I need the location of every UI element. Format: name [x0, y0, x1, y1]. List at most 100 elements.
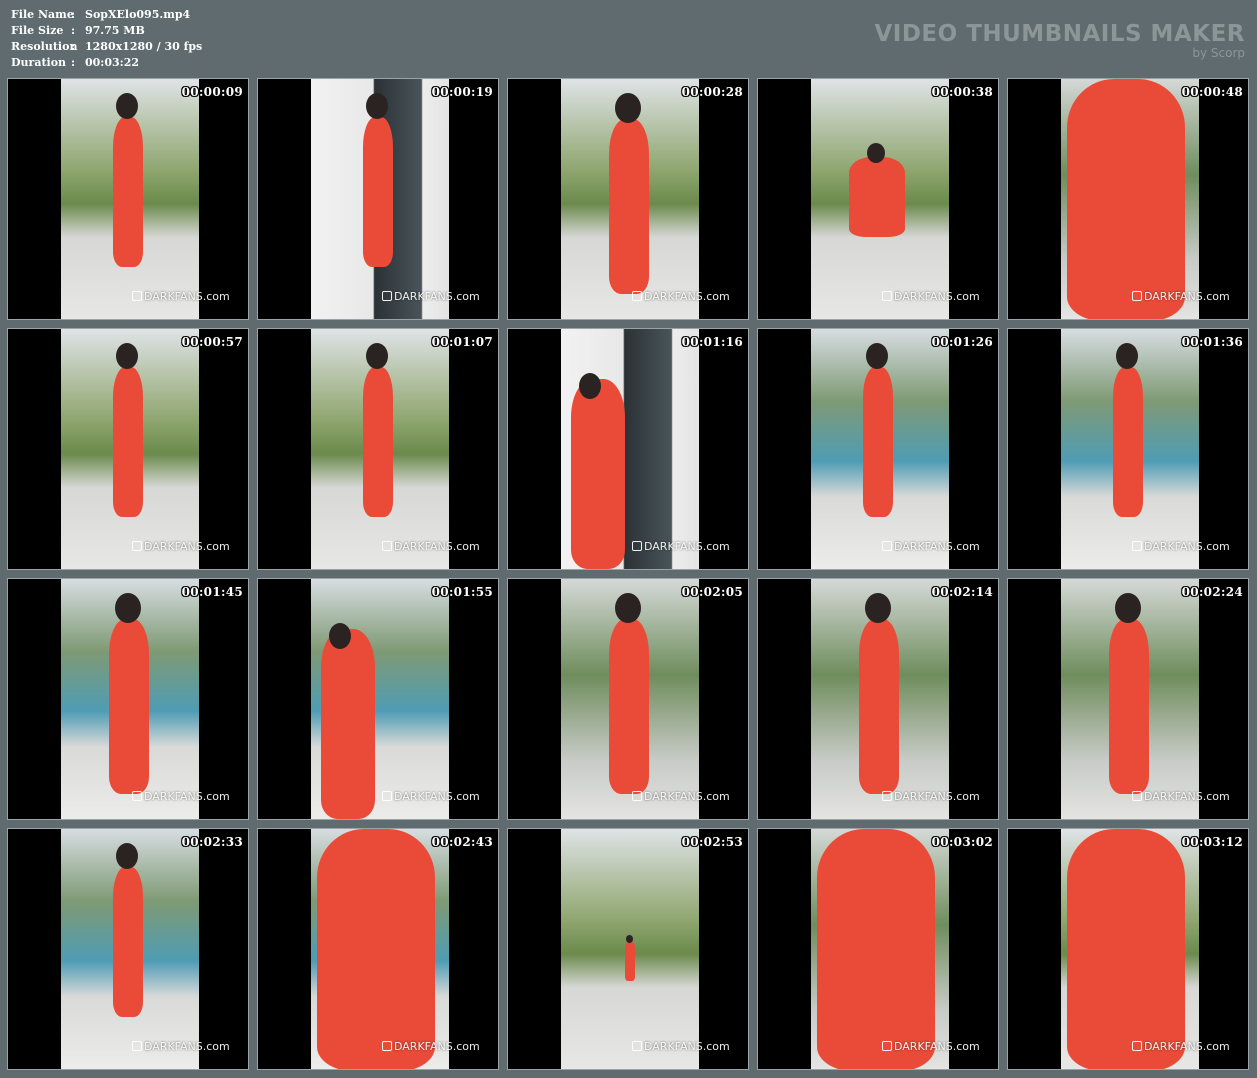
watermark: DARKFANS.com	[882, 540, 980, 553]
watermark-text: DARKFANS.com	[144, 540, 230, 553]
video-thumbnail[interactable]: 00:01:45 DARKFANS.com	[7, 578, 249, 820]
figure-silhouette	[113, 367, 143, 517]
watermark-text: DARKFANS.com	[1144, 790, 1230, 803]
video-thumbnail[interactable]: 00:00:28 DARKFANS.com	[507, 78, 749, 320]
watermark: DARKFANS.com	[1132, 540, 1230, 553]
watermark-text: DARKFANS.com	[394, 540, 480, 553]
watermark-logo-icon	[882, 791, 892, 801]
figure-head	[579, 373, 601, 399]
info-row: Duration:00:03:22	[11, 55, 202, 71]
watermark-logo-icon	[382, 541, 392, 551]
timestamp-label: 00:01:45	[181, 585, 243, 599]
video-thumbnail[interactable]: 00:01:07 DARKFANS.com	[257, 328, 499, 570]
figure-silhouette	[317, 829, 435, 1069]
video-thumbnail[interactable]: 00:01:26 DARKFANS.com	[757, 328, 999, 570]
timestamp-label: 00:01:26	[931, 335, 993, 349]
watermark-text: DARKFANS.com	[1144, 290, 1230, 303]
info-separator: :	[71, 8, 76, 21]
figure-head	[615, 593, 641, 623]
figure-silhouette	[817, 829, 935, 1069]
watermark-text: DARKFANS.com	[894, 790, 980, 803]
video-thumbnail[interactable]: 00:01:55 DARKFANS.com	[257, 578, 499, 820]
watermark: DARKFANS.com	[132, 1040, 230, 1053]
timestamp-label: 00:03:02	[931, 835, 993, 849]
video-thumbnail[interactable]: 00:02:43 DARKFANS.com	[257, 828, 499, 1070]
timestamp-label: 00:02:05	[681, 585, 743, 599]
figure-silhouette	[849, 157, 905, 237]
brand-title: VIDEO THUMBNAILS MAKER	[874, 21, 1245, 47]
watermark: DARKFANS.com	[632, 790, 730, 803]
timestamp-label: 00:02:24	[1181, 585, 1243, 599]
timestamp-label: 00:02:53	[681, 835, 743, 849]
thumbnail-frame	[811, 829, 949, 1069]
watermark-logo-icon	[132, 791, 142, 801]
figure-head	[116, 843, 138, 869]
thumbnail-frame	[1061, 829, 1199, 1069]
figure-head	[115, 593, 141, 623]
watermark-text: DARKFANS.com	[644, 540, 730, 553]
watermark: DARKFANS.com	[1132, 790, 1230, 803]
video-thumbnail[interactable]: 00:00:57 DARKFANS.com	[7, 328, 249, 570]
thumbnail-frame	[1061, 79, 1199, 319]
figure-head	[867, 143, 885, 163]
watermark-logo-icon	[382, 1041, 392, 1051]
video-thumbnail[interactable]: 00:00:09 DARKFANS.com	[7, 78, 249, 320]
timestamp-label: 00:03:12	[1181, 835, 1243, 849]
info-separator: :	[71, 40, 76, 53]
figure-silhouette	[609, 119, 649, 294]
thumbnail-frame	[561, 329, 699, 569]
video-thumbnail[interactable]: 00:01:36 DARKFANS.com	[1007, 328, 1249, 570]
watermark: DARKFANS.com	[1132, 1040, 1230, 1053]
watermark-logo-icon	[1132, 1041, 1142, 1051]
info-key: Duration	[11, 56, 67, 69]
video-thumbnail[interactable]: 00:02:33 DARKFANS.com	[7, 828, 249, 1070]
timestamp-label: 00:00:48	[1181, 85, 1243, 99]
watermark-logo-icon	[632, 291, 642, 301]
watermark-logo-icon	[1132, 791, 1142, 801]
timestamp-label: 00:01:07	[431, 335, 493, 349]
watermark: DARKFANS.com	[882, 1040, 980, 1053]
info-separator: :	[71, 24, 76, 37]
watermark-text: DARKFANS.com	[1144, 540, 1230, 553]
figure-silhouette	[863, 367, 893, 517]
watermark: DARKFANS.com	[382, 290, 480, 303]
thumbnail-frame	[61, 329, 199, 569]
info-row: Resolution:1280x1280 / 30 fps	[11, 39, 202, 55]
figure-silhouette	[113, 117, 143, 267]
figure-silhouette	[571, 379, 625, 569]
watermark-logo-icon	[882, 541, 892, 551]
watermark-logo-icon	[632, 791, 642, 801]
video-thumbnail[interactable]: 00:03:02 DARKFANS.com	[757, 828, 999, 1070]
watermark-logo-icon	[1132, 541, 1142, 551]
brand-subtitle: by Scorp	[1192, 46, 1245, 60]
watermark: DARKFANS.com	[632, 1040, 730, 1053]
video-thumbnail[interactable]: 00:00:48 DARKFANS.com	[1007, 78, 1249, 320]
video-thumbnail[interactable]: 00:02:53 DARKFANS.com	[507, 828, 749, 1070]
info-value: SopXElo095.mp4	[85, 8, 191, 21]
figure-head	[329, 623, 351, 649]
video-thumbnail[interactable]: 00:03:12 DARKFANS.com	[1007, 828, 1249, 1070]
figure-head	[366, 343, 388, 369]
video-thumbnail[interactable]: 00:02:24 DARKFANS.com	[1007, 578, 1249, 820]
watermark-text: DARKFANS.com	[394, 790, 480, 803]
figure-silhouette	[859, 619, 899, 794]
timestamp-label: 00:02:33	[181, 835, 243, 849]
watermark: DARKFANS.com	[882, 790, 980, 803]
watermark: DARKFANS.com	[132, 790, 230, 803]
thumbnail-frame	[1061, 579, 1199, 819]
info-row: File Size:97.75 MB	[11, 23, 202, 39]
video-thumbnail[interactable]: 00:02:14 DARKFANS.com	[757, 578, 999, 820]
figure-head	[866, 343, 888, 369]
figure-head	[116, 343, 138, 369]
video-thumbnail[interactable]: 00:00:38 DARKFANS.com	[757, 78, 999, 320]
watermark-logo-icon	[382, 791, 392, 801]
video-thumbnail[interactable]: 00:01:16 DARKFANS.com	[507, 328, 749, 570]
figure-head	[865, 593, 891, 623]
figure-silhouette	[363, 117, 393, 267]
thumbnail-frame	[311, 329, 449, 569]
timestamp-label: 00:02:14	[931, 585, 993, 599]
video-thumbnail[interactable]: 00:02:05 DARKFANS.com	[507, 578, 749, 820]
figure-silhouette	[609, 619, 649, 794]
watermark-text: DARKFANS.com	[144, 290, 230, 303]
video-thumbnail[interactable]: 00:00:19 DARKFANS.com	[257, 78, 499, 320]
